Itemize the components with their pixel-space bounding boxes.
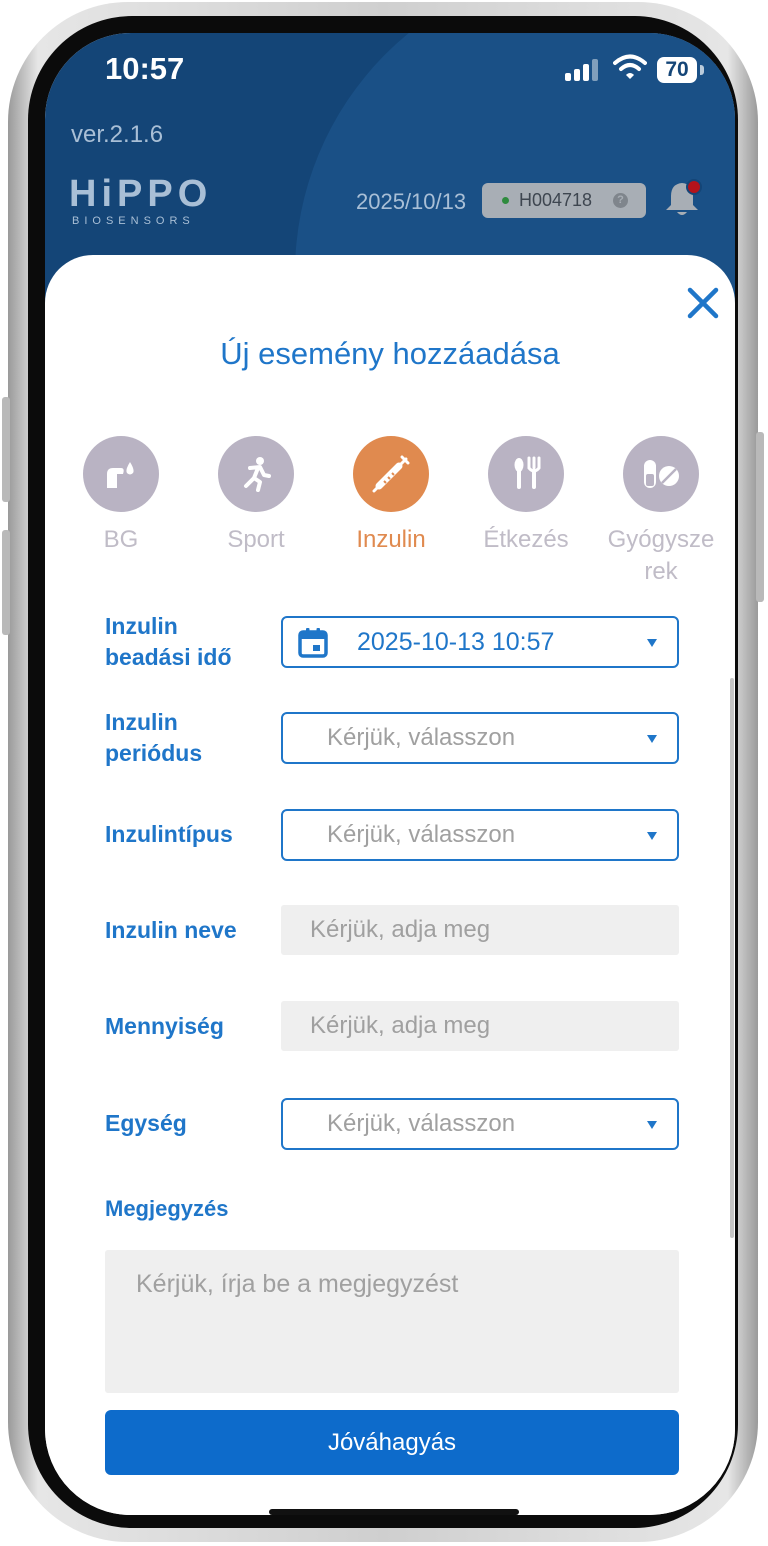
insulin-name-input[interactable]: Kérjük, adja meg [281,905,679,955]
chevron-down-icon [647,735,657,743]
note-label: Megjegyzés [105,1196,229,1221]
home-indicator[interactable] [269,1509,519,1515]
status-time: 10:57 [105,51,185,86]
header-date: 2025/10/13 [356,189,467,214]
unit-placeholder: Kérjük, válasszon [327,1110,516,1137]
note-textarea[interactable]: Kérjük, írja be a megjegyzést [105,1250,679,1393]
pill-icon [623,436,699,512]
insulin-type-placeholder: Kérjük, válasszon [327,821,516,848]
chevron-down-icon [647,1121,657,1129]
phone-frame: 10:57 70 ver.2.1.6 HiPPO BIOSENSORS 2025… [2,2,764,1542]
screen: 10:57 70 ver.2.1.6 HiPPO BIOSENSORS 2025… [45,33,735,1515]
chevron-down-icon [647,639,657,647]
battery-indicator: 70 [657,57,697,83]
insulin-name-placeholder: Kérjük, adja meg [310,916,491,943]
insulin-time-picker[interactable]: 2025-10-13 10:57 [281,616,679,668]
blood-drop-finger-icon [83,436,159,512]
dialog-title: Új esemény hozzáadása [220,336,560,371]
insulin-time-label: Inzulin beadási idő [105,613,232,670]
tab-label: Étkezés [483,526,569,553]
help-icon[interactable]: ? [613,193,628,208]
insulin-time-value: 2025-10-13 10:57 [357,628,555,656]
confirm-button[interactable]: Jóváhagyás [105,1410,679,1475]
unit-select[interactable]: Kérjük, válasszon [281,1098,679,1150]
hippo-logo-subtitle: BIOSENSORS [72,215,195,227]
battery-tip [700,65,704,75]
insulin-name-label: Inzulin neve [105,917,237,943]
calendar-icon [298,628,328,658]
connected-dot-icon [502,197,509,204]
insulin-period-select[interactable]: Kérjük, válasszon [281,712,679,764]
tab-label: Inzulin [356,526,426,553]
amount-placeholder: Kérjük, adja meg [310,1012,491,1039]
chevron-down-icon [647,832,657,840]
insulin-period-label: Inzulin periódus [105,709,203,766]
insulin-type-label: Inzulintípus [105,821,233,847]
amount-input[interactable]: Kérjük, adja meg [281,1001,679,1051]
insulin-type-select[interactable]: Kérjük, válasszon [281,809,679,861]
power-button [756,432,764,602]
wifi-icon [613,54,647,79]
tab-label: BG [103,526,139,553]
device-id: H004718 [519,190,593,210]
hippo-logo: HiPPO [69,173,213,215]
notification-bell-icon[interactable] [663,178,705,220]
volume-down-button [2,530,10,635]
note-placeholder: Kérjük, írja be a megjegyzést [136,1270,459,1298]
cellular-signal-icon [565,59,601,81]
volume-up-button [2,397,10,502]
app-version: ver.2.1.6 [71,121,164,148]
unit-label: Egység [105,1110,187,1136]
device-badge[interactable]: H004718 ? [482,183,646,218]
scrollbar[interactable] [730,678,734,1238]
close-icon[interactable] [685,285,721,321]
amount-label: Mennyiség [105,1013,224,1039]
insulin-period-placeholder: Kérjük, válasszon [327,724,516,751]
tab-label: Gyógysze rek [607,526,715,585]
fork-knife-icon [488,436,564,512]
syringe-icon [353,436,429,512]
running-icon [218,436,294,512]
tab-label: Sport [227,526,285,553]
